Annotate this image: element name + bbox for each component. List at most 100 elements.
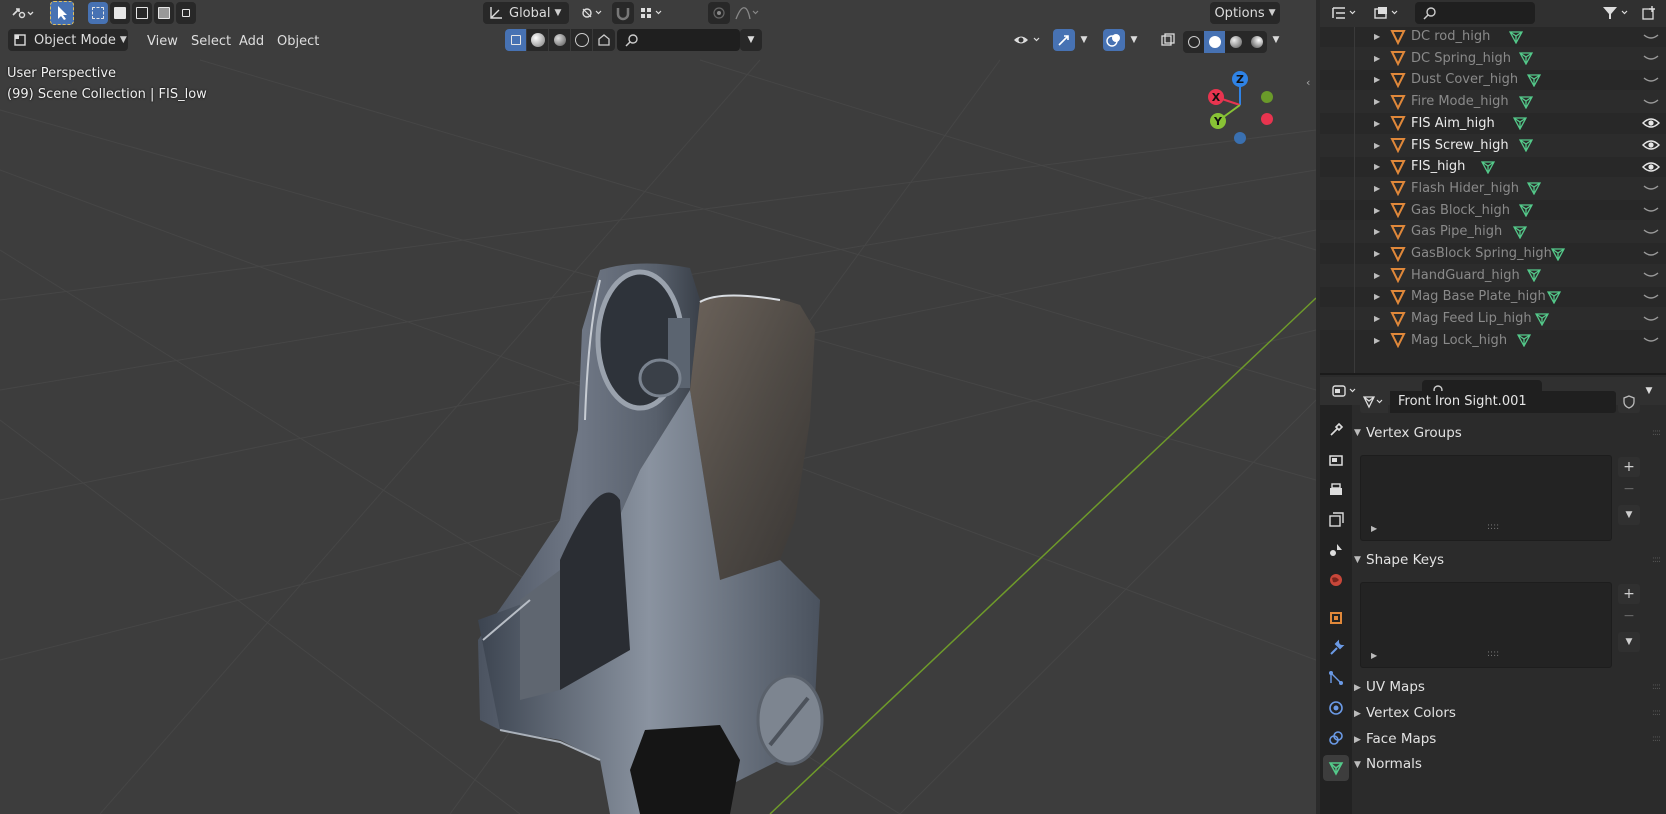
properties-options-dropdown[interactable]: ▼ <box>1638 380 1660 402</box>
outliner-item-label[interactable]: Gas Block_high <box>1411 203 1510 218</box>
mesh-data-icon[interactable] <box>1527 73 1541 87</box>
shading-dropdown[interactable]: ▼ <box>1268 29 1284 51</box>
display-mode-dropdown[interactable] <box>1370 2 1404 24</box>
eye-closed-icon[interactable] <box>1642 248 1660 260</box>
xray-toggle[interactable] <box>1157 29 1179 51</box>
select-intersect-button[interactable] <box>176 2 196 24</box>
gizmo-neg-y-axis[interactable] <box>1261 91 1273 103</box>
eye-closed-icon[interactable] <box>1642 334 1660 346</box>
shape-keys-collapse-icon[interactable]: ▼ <box>1354 555 1361 565</box>
mesh-data-icon[interactable] <box>1519 51 1533 66</box>
outliner-item-label[interactable]: FIS Aim_high <box>1411 116 1495 131</box>
outliner-item-label[interactable]: HandGuard_high <box>1411 268 1520 283</box>
shape-key-specials-button[interactable]: ▼ <box>1618 632 1640 652</box>
proportional-edit-toggle[interactable] <box>708 2 730 24</box>
mesh-data-icon[interactable] <box>1519 138 1533 152</box>
shading-rendered-button[interactable] <box>1246 31 1267 53</box>
eye-open-icon[interactable] <box>1642 161 1660 173</box>
expand-arrow-icon[interactable]: ▶ <box>1374 54 1380 63</box>
filter-world-button[interactable] <box>571 29 593 51</box>
vertex-colors-header[interactable]: Vertex Colors <box>1366 705 1456 721</box>
eye-closed-icon[interactable] <box>1642 226 1660 238</box>
vertex-groups-collapse-icon[interactable]: ▼ <box>1354 428 1361 438</box>
tab-world[interactable] <box>1323 567 1349 593</box>
menu-object[interactable]: Object <box>270 31 326 53</box>
outliner-item-label[interactable]: Flash Hider_high <box>1411 181 1519 196</box>
outliner-item-label[interactable]: Fire Mode_high <box>1411 94 1509 109</box>
remove-vertex-group-button[interactable]: − <box>1618 479 1640 499</box>
vertex-groups-header[interactable]: Vertex Groups <box>1366 425 1462 441</box>
new-collection-button[interactable] <box>1638 2 1660 24</box>
editor-type-button[interactable] <box>8 2 38 24</box>
fake-user-button[interactable] <box>1618 391 1640 413</box>
menu-view[interactable]: View <box>140 31 185 53</box>
mesh-data-icon[interactable] <box>1527 181 1541 196</box>
resize-grip-icon[interactable]: :::: <box>1487 649 1499 659</box>
outliner-item-label[interactable]: FIS_high <box>1411 159 1465 174</box>
tab-object[interactable] <box>1323 605 1349 631</box>
outliner-row[interactable]: ▶ DC Spring_high <box>1320 46 1666 70</box>
outliner-item-label[interactable]: Mag Feed Lip_high <box>1411 311 1532 326</box>
3d-viewport[interactable]: Global ▼ Options ▼ Object Mode ▼ View Se… <box>0 0 1316 814</box>
outliner-item-label[interactable]: Gas Pipe_high <box>1411 224 1502 239</box>
drag-handle-icon[interactable]: :::: <box>1652 555 1661 565</box>
vertex-groups-list[interactable]: ▶ :::: <box>1360 455 1612 541</box>
drag-handle-icon[interactable]: :::: <box>1652 682 1661 692</box>
eye-closed-icon[interactable] <box>1642 313 1660 325</box>
select-invert-button[interactable] <box>154 2 174 24</box>
shape-keys-list[interactable]: ▶ :::: <box>1360 582 1612 668</box>
search-options-button[interactable]: ▼ <box>740 29 762 51</box>
eye-closed-icon[interactable] <box>1642 204 1660 216</box>
tab-output[interactable] <box>1323 477 1349 503</box>
expand-arrow-icon[interactable]: ▶ <box>1374 32 1380 41</box>
properties-editor-type-button[interactable] <box>1328 380 1362 402</box>
tab-particles[interactable] <box>1323 665 1349 691</box>
mesh-data-icon[interactable] <box>1527 268 1541 283</box>
outliner-row[interactable]: ▶ Fire Mode_high <box>1320 90 1666 114</box>
mesh-data-icon[interactable] <box>1547 290 1561 304</box>
gizmo-dropdown[interactable]: ▼ <box>1076 29 1092 51</box>
selectability-dropdown[interactable] <box>1010 29 1046 51</box>
pivot-point-dropdown[interactable] <box>575 2 609 24</box>
expand-arrow-icon[interactable]: ▶ <box>1374 336 1380 345</box>
gizmo-neg-z-axis[interactable] <box>1234 132 1246 144</box>
shape-keys-header[interactable]: Shape Keys <box>1366 552 1444 568</box>
mesh-data-icon[interactable] <box>1509 30 1523 44</box>
mesh-data-icon[interactable] <box>1513 116 1527 131</box>
outliner-row[interactable]: ▶ Dust Cover_high <box>1320 68 1666 91</box>
face-maps-header[interactable]: Face Maps <box>1366 731 1436 747</box>
outliner-row[interactable]: ▶ Flash Hider_high <box>1320 176 1666 200</box>
outliner-item-label[interactable]: Mag Lock_high <box>1411 333 1507 348</box>
mesh-data-icon[interactable] <box>1513 225 1527 239</box>
select-extend-button[interactable] <box>110 2 130 24</box>
filter-material-button[interactable] <box>527 29 549 51</box>
navigation-gizmo[interactable]: Z X Y <box>1200 70 1280 150</box>
select-tool-button[interactable] <box>50 1 74 25</box>
outliner-row[interactable]: ▶ Mag Base Plate_high <box>1320 285 1666 308</box>
outliner-item-label[interactable]: FIS Screw_high <box>1411 138 1509 153</box>
overlays-toggle[interactable] <box>1103 29 1125 51</box>
filter-scene-button[interactable] <box>593 29 615 51</box>
expand-options-icon[interactable]: ▶ <box>1371 651 1377 660</box>
tab-modifiers[interactable] <box>1323 635 1349 661</box>
expand-arrow-icon[interactable]: ▶ <box>1374 75 1380 84</box>
outliner-item-label[interactable]: DC rod_high <box>1411 29 1490 44</box>
outliner-search-field[interactable] <box>1415 2 1535 24</box>
eye-closed-icon[interactable] <box>1642 269 1660 281</box>
expand-arrow-icon[interactable]: ▶ <box>1374 206 1380 215</box>
eye-closed-icon[interactable] <box>1642 74 1660 86</box>
shading-material-button[interactable] <box>1225 31 1246 53</box>
select-new-button[interactable] <box>88 2 108 24</box>
tab-constraints[interactable] <box>1323 725 1349 751</box>
expand-arrow-icon[interactable]: ▶ <box>1374 162 1380 171</box>
outliner-row[interactable]: ▶ FIS Aim_high <box>1320 112 1666 135</box>
tab-tool[interactable] <box>1323 417 1349 443</box>
eye-closed-icon[interactable] <box>1642 291 1660 303</box>
snap-target-dropdown[interactable] <box>636 2 668 24</box>
expand-arrow-icon[interactable]: ▶ <box>1374 292 1380 301</box>
expand-arrow-icon[interactable]: ▶ <box>1374 314 1380 323</box>
vertex-group-specials-button[interactable]: ▼ <box>1618 505 1640 525</box>
eye-closed-icon[interactable] <box>1642 182 1660 194</box>
normals-collapse-icon[interactable]: ▼ <box>1354 760 1361 770</box>
gizmo-neg-x-axis[interactable] <box>1261 113 1273 125</box>
